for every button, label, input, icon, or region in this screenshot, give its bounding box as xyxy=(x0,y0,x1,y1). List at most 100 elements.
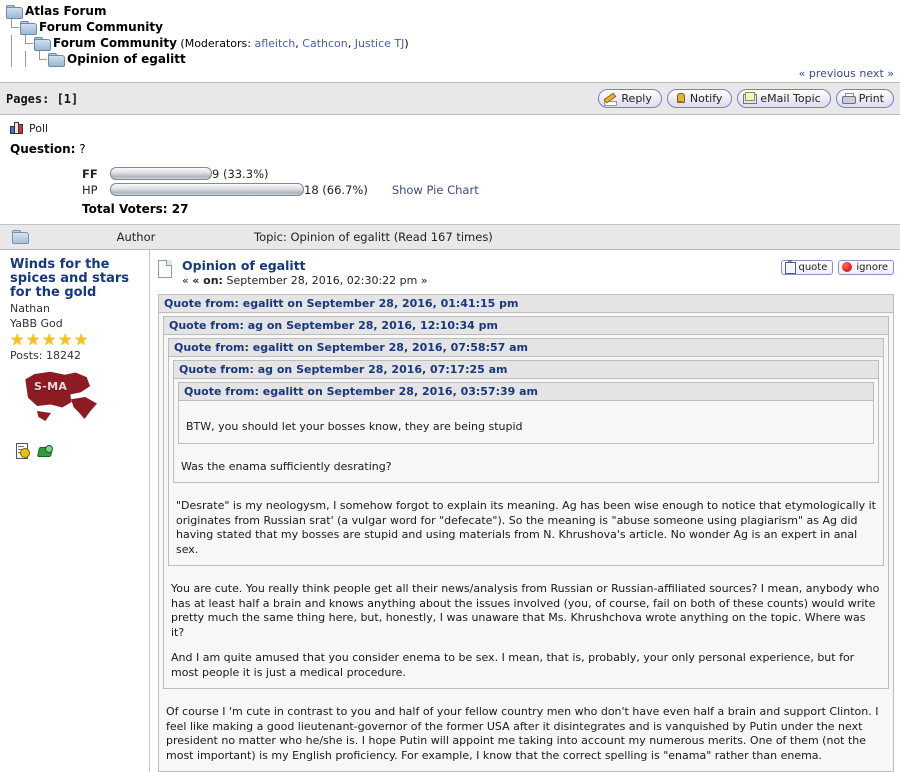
www-icon[interactable] xyxy=(37,444,52,458)
moderator-link-cathcon[interactable]: Cathcon xyxy=(302,37,347,50)
post-subject[interactable]: Opinion of egalitt xyxy=(182,258,781,273)
quote-spacer xyxy=(178,444,874,456)
tree-elbow xyxy=(34,51,48,67)
reply-button[interactable]: Reply xyxy=(598,89,661,108)
poll-option-row: FF 9 (33.3%) xyxy=(82,166,900,181)
avatar: S-MA xyxy=(24,367,104,429)
poll-section: Poll Question: ? FF 9 (33.3%) HP 18 (66.… xyxy=(0,115,900,225)
moderator-link-afleitch[interactable]: afleitch xyxy=(254,37,295,50)
quote-button-label: quote xyxy=(798,262,827,273)
poll-option-row: HP 18 (66.7%) Show Pie Chart xyxy=(82,182,900,197)
quote-box-level-2: Quote from: egalitt on September 28, 201… xyxy=(163,334,889,689)
poll-title-label: Poll xyxy=(29,122,48,135)
bar-chart-icon xyxy=(10,121,24,135)
poll-total-voters: Total Voters: 27 xyxy=(0,202,900,216)
quote-spacer xyxy=(163,689,889,701)
topic-folder-icon-cell xyxy=(0,230,34,245)
breadcrumb-level-3[interactable]: Forum Community (Moderators: afleitch, C… xyxy=(6,35,900,51)
folder-icon xyxy=(12,230,27,242)
post-action-buttons: quote ignore xyxy=(781,258,894,275)
poster-post-count: Posts: 18242 xyxy=(10,349,149,362)
print-button[interactable]: Print xyxy=(836,89,894,108)
ignore-button[interactable]: ignore xyxy=(838,260,894,275)
poll-options: FF 9 (33.3%) HP 18 (66.7%) Show Pie Char… xyxy=(0,166,900,197)
poll-question-row: Question: ? xyxy=(0,142,900,156)
quote-header-level-4[interactable]: Quote from: ag on September 28, 2016, 07… xyxy=(173,360,879,378)
column-header-topic: Topic: Opinion of egalitt (Read 167 time… xyxy=(254,230,493,244)
quote-button[interactable]: quote xyxy=(781,260,833,275)
moderators-suffix: ) xyxy=(404,37,408,50)
quote-text-level-4: Was the enama sufficiently desrating? xyxy=(178,456,874,479)
topic-nav: « previous next » xyxy=(0,67,900,82)
star-icon: ★ xyxy=(26,332,42,347)
poster-action-icons xyxy=(16,443,149,458)
printer-icon xyxy=(842,92,855,105)
folder-icon xyxy=(6,5,21,17)
post-body-panel: Opinion of egalitt « « on: September 28,… xyxy=(150,250,900,772)
next-topic-link[interactable]: next » xyxy=(859,67,894,80)
poll-header: Poll xyxy=(0,121,900,135)
ignore-button-label: ignore xyxy=(856,262,888,273)
page-number-list[interactable]: Pages: [1] xyxy=(6,92,78,106)
quote-text-level-2-p1: You are cute. You really think people ge… xyxy=(171,582,881,640)
post-container: Winds for the spices and stars for the g… xyxy=(0,250,900,772)
poll-question-label: Question: xyxy=(10,142,75,156)
pages-toolbar: Pages: [1] Reply Notify eMail Topic Prin… xyxy=(0,82,900,115)
quote-header-level-5[interactable]: Quote from: egalitt on September 28, 201… xyxy=(178,382,874,400)
quote-header-level-3[interactable]: Quote from: egalitt on September 28, 201… xyxy=(168,338,884,356)
tree-pipe xyxy=(6,35,20,51)
quote-header-level-1[interactable]: Quote from: egalitt on September 28, 201… xyxy=(158,294,894,312)
poll-option-bar xyxy=(110,167,212,180)
star-icon: ★ xyxy=(42,332,58,347)
column-header-author: Author xyxy=(76,230,196,244)
ignore-icon xyxy=(842,262,853,273)
email-topic-button[interactable]: eMail Topic xyxy=(737,89,830,108)
breadcrumb-level-4[interactable]: Opinion of egalitt xyxy=(6,51,900,67)
breadcrumb-label: Forum Community xyxy=(39,20,163,34)
show-pie-chart-link[interactable]: Show Pie Chart xyxy=(392,183,479,197)
avatar-label: S-MA xyxy=(34,380,67,393)
folder-icon xyxy=(34,37,49,49)
poll-option-label: FF xyxy=(82,167,110,181)
poll-option-bar xyxy=(110,183,304,196)
quote-text-level-2-p2: And I am quite amused that you consider … xyxy=(171,651,881,680)
email-topic-button-label: eMail Topic xyxy=(760,93,820,104)
poll-option-label: HP xyxy=(82,183,110,197)
post-timestamp: « « on: September 28, 2016, 02:30:22 pm … xyxy=(182,273,781,288)
tree-pipe xyxy=(20,51,34,67)
post-subject-wrap: Opinion of egalitt « « on: September 28,… xyxy=(182,258,781,288)
previous-topic-link[interactable]: « previous xyxy=(799,67,856,80)
quote-text-level-2: You are cute. You really think people ge… xyxy=(168,578,884,684)
moderator-link-justice-tj[interactable]: Justice TJ xyxy=(355,37,405,50)
poster-realname: Nathan xyxy=(10,302,149,316)
tree-elbow xyxy=(6,19,20,35)
tree-pipe xyxy=(6,51,20,67)
quote-header-level-2[interactable]: Quote from: ag on September 28, 2016, 12… xyxy=(163,316,889,334)
quote-spacer xyxy=(168,566,884,578)
profile-icon[interactable] xyxy=(16,443,30,458)
quote-spacer xyxy=(173,483,879,495)
breadcrumb-level-1[interactable]: Atlas Forum xyxy=(6,3,900,19)
poster-star-rating: ★★★★★ xyxy=(10,332,149,347)
breadcrumb: Atlas Forum Forum Community Forum Commun… xyxy=(0,0,900,67)
quote-spacer xyxy=(183,404,869,416)
moderators-prefix: (Moderators: xyxy=(180,37,254,50)
avatar-cape-shape xyxy=(71,397,97,419)
notify-button[interactable]: Notify xyxy=(667,89,733,108)
poll-option-votes: 9 (33.3%) xyxy=(212,167,269,181)
quote-box-level-5: BTW, you should let your bosses know, th… xyxy=(178,400,874,444)
quote-text-level-5: BTW, you should let your bosses know, th… xyxy=(183,416,869,439)
post-header: Opinion of egalitt « « on: September 28,… xyxy=(150,250,900,294)
notify-button-label: Notify xyxy=(690,93,723,104)
breadcrumb-level-2[interactable]: Forum Community xyxy=(6,19,900,35)
poster-username[interactable]: Winds for the spices and stars for the g… xyxy=(10,258,149,300)
quote-box-level-4: Quote from: egalitt on September 28, 201… xyxy=(173,378,879,483)
quote-box-level-1: Quote from: ag on September 28, 2016, 12… xyxy=(158,312,894,772)
print-button-label: Print xyxy=(859,93,884,104)
folder-icon xyxy=(20,21,35,33)
breadcrumb-label: Forum Community xyxy=(53,36,177,50)
folder-icon xyxy=(48,53,63,65)
poster-rank: YaBB God xyxy=(10,316,149,331)
post-date-value: September 28, 2016, 02:30:22 pm » xyxy=(226,274,427,287)
mail-icon xyxy=(743,92,756,105)
